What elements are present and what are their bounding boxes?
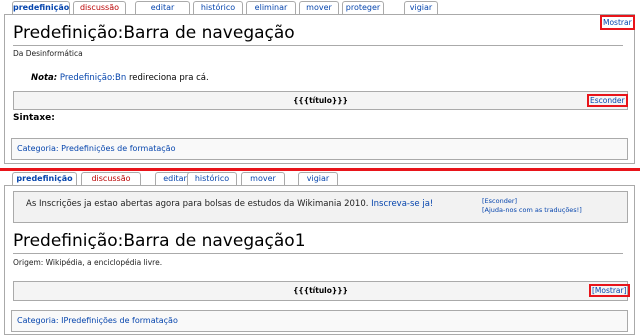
navbox: {{{título}}} Esconder — [13, 91, 628, 110]
notice-signup-link[interactable]: Inscreva-se ja! — [371, 199, 433, 209]
tab-historico[interactable]: histórico — [187, 172, 237, 185]
note-label: Nota: — [31, 73, 58, 83]
notice-text: As Inscrições ja estao abertas agora par… — [26, 199, 433, 209]
page-title: Predefinição:Barra de navegação — [13, 23, 295, 43]
notice-message: As Inscrições ja estao abertas agora par… — [26, 199, 372, 209]
redirect-link[interactable]: Predefinição:Bn — [60, 73, 126, 83]
note-text: redireciona pra cá. — [126, 73, 209, 83]
tab-proteger[interactable]: proteger — [342, 1, 384, 14]
tab-mover[interactable]: mover — [299, 1, 339, 14]
top-screenshot-panel: predefinição discussão editar histórico … — [0, 0, 640, 168]
page-subtitle: Origem: Wikipédia, a enciclopédia livre. — [13, 258, 163, 267]
tab-vigiar[interactable]: vigiar — [298, 172, 338, 185]
page-subtitle: Da Desinformática — [13, 49, 83, 58]
notice-help-link[interactable]: [Ajuda-nos com as traduções!] — [482, 206, 582, 215]
bottom-tab-bar: predefinição discussão editar histórico … — [0, 171, 640, 185]
tab-mover[interactable]: mover — [241, 172, 285, 185]
top-content-area: Mostrar Predefinição:Barra de navegação … — [4, 14, 635, 164]
bottom-screenshot-panel: predefinição discussão editar histórico … — [0, 171, 640, 335]
category-box: Categoria: Predefinições de formatação — [11, 138, 628, 160]
top-tab-bar: predefinição discussão editar histórico … — [0, 0, 640, 14]
navbox-title: {{{título}}} — [293, 96, 348, 105]
title-divider — [13, 45, 623, 46]
page-title: Predefinição:Barra de navegação1 — [13, 231, 306, 251]
redirect-note: Nota: Predefinição:Bn redireciona pra cá… — [31, 73, 209, 83]
show-toggle-link[interactable]: [Mostrar] — [589, 284, 630, 297]
tab-editar[interactable]: editar — [135, 1, 190, 14]
site-notice: As Inscrições ja estao abertas agora par… — [13, 191, 628, 223]
category-link[interactable]: Categoria: Predefinições de formatação — [17, 144, 175, 153]
tab-predefinicao[interactable]: predefinição — [12, 1, 70, 14]
tab-historico[interactable]: histórico — [193, 1, 243, 14]
tab-eliminar[interactable]: eliminar — [246, 1, 296, 14]
tab-discussao[interactable]: discussão — [81, 172, 141, 185]
category-box: Categoria: IPredefinições de formatação — [11, 310, 628, 332]
tab-discussao[interactable]: discussão — [73, 1, 126, 14]
tab-predefinicao[interactable]: predefinição — [12, 172, 77, 185]
hide-toggle-link[interactable]: Esconder — [587, 94, 628, 107]
syntax-label: Sintaxe: — [13, 113, 55, 123]
category-link[interactable]: Categoria: IPredefinições de formatação — [17, 316, 178, 325]
navbox: {{{título}}} [Mostrar] — [13, 281, 630, 301]
show-toggle-link[interactable]: Mostrar — [600, 15, 635, 30]
notice-side-links: [Esconder] [Ajuda-nos com as traduções!] — [482, 197, 582, 215]
tab-vigiar[interactable]: vigiar — [404, 1, 438, 14]
bottom-content-area: As Inscrições ja estao abertas agora par… — [4, 185, 635, 335]
notice-hide-link[interactable]: [Esconder] — [482, 197, 582, 206]
title-divider — [13, 253, 623, 254]
navbox-title: {{{título}}} — [293, 286, 348, 295]
